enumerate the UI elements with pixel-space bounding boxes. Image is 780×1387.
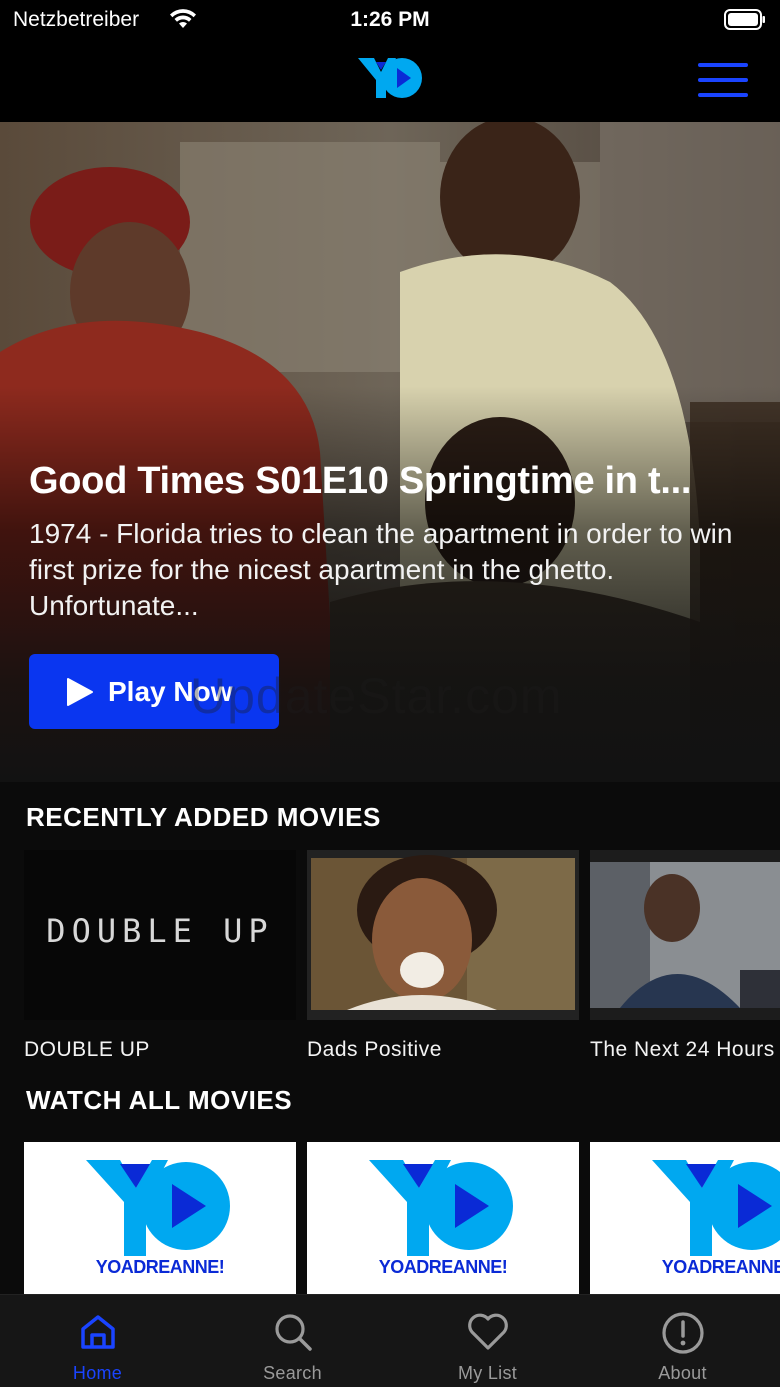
tab-my-list[interactable]: My List	[390, 1295, 585, 1387]
heart-icon	[467, 1313, 508, 1350]
movie-card[interactable]: DOUBLE UP DOUBLE UP	[24, 850, 296, 1060]
status-bar: Netzbetreiber 1:26 PM	[0, 0, 780, 44]
movie-card[interactable]: YOADREANNE!	[24, 1142, 296, 1294]
movie-card[interactable]: YOADREANNE!	[590, 1142, 780, 1294]
movie-thumbnail: DOUBLE UP	[24, 850, 296, 1020]
tab-label: Home	[72, 1363, 123, 1383]
tab-search[interactable]: Search	[195, 1295, 390, 1387]
movie-card[interactable]: YOADREANNE!	[307, 1142, 579, 1294]
hero-banner[interactable]: Good Times S01E10 Springtime in t... 197…	[0, 122, 780, 782]
yoadreanne-logo	[369, 1160, 513, 1256]
brand-yo: YO	[95, 1257, 122, 1277]
app-header	[0, 44, 780, 122]
battery-icon	[724, 9, 765, 30]
info-icon	[661, 1312, 704, 1354]
thumbnail-title-text: DOUBLE UP	[46, 912, 274, 950]
brand-yo: YO	[661, 1257, 688, 1277]
watch-all-row[interactable]: YOADREANNE! YOADREANNE! YOADREANNE!	[24, 1142, 780, 1294]
section-title-recently-added: RECENTLY ADDED MOVIES	[26, 802, 381, 832]
yoadreanne-logo	[652, 1160, 780, 1256]
brand-name: ADREANNE!	[686, 1257, 780, 1277]
tab-about[interactable]: About	[585, 1295, 780, 1387]
movie-title: Dads Positive	[307, 1038, 442, 1060]
tab-label: Search	[263, 1363, 322, 1383]
movie-card[interactable]: The Next 24 Hours	[590, 850, 780, 1060]
brand-name: ADREANNE!	[120, 1257, 225, 1277]
movie-card[interactable]: Dads Positive	[307, 850, 579, 1060]
tab-label: About	[658, 1363, 707, 1383]
hero-title: Good Times S01E10 Springtime in t...	[29, 460, 692, 502]
yoadreanne-logo	[86, 1160, 230, 1256]
status-time: 1:26 PM	[350, 8, 430, 31]
movie-thumbnail	[590, 850, 780, 1020]
tab-bar: Home Search My List About	[0, 1294, 780, 1387]
movie-title: DOUBLE UP	[24, 1038, 150, 1060]
movie-title: The Next 24 Hours	[590, 1038, 775, 1060]
home-icon	[80, 1315, 115, 1349]
movie-thumbnail	[307, 850, 579, 1020]
brand-name: ADREANNE!	[403, 1257, 508, 1277]
hamburger-menu-icon[interactable]	[698, 63, 748, 103]
search-icon	[274, 1314, 312, 1351]
yoadreanne-logo[interactable]	[356, 54, 424, 110]
play-icon	[67, 677, 93, 706]
hero-description: 1974 - Florida tries to clean the apartm…	[29, 518, 733, 621]
section-title-watch-all: WATCH ALL MOVIES	[26, 1085, 293, 1115]
tab-label: My List	[457, 1363, 518, 1383]
brand-yo: YO	[378, 1257, 405, 1277]
recently-added-row[interactable]: DOUBLE UP DOUBLE UP Dads Positive The Ne…	[24, 850, 780, 1060]
watermark: UpdateStar.com	[190, 668, 563, 724]
tab-home[interactable]: Home	[0, 1295, 195, 1387]
